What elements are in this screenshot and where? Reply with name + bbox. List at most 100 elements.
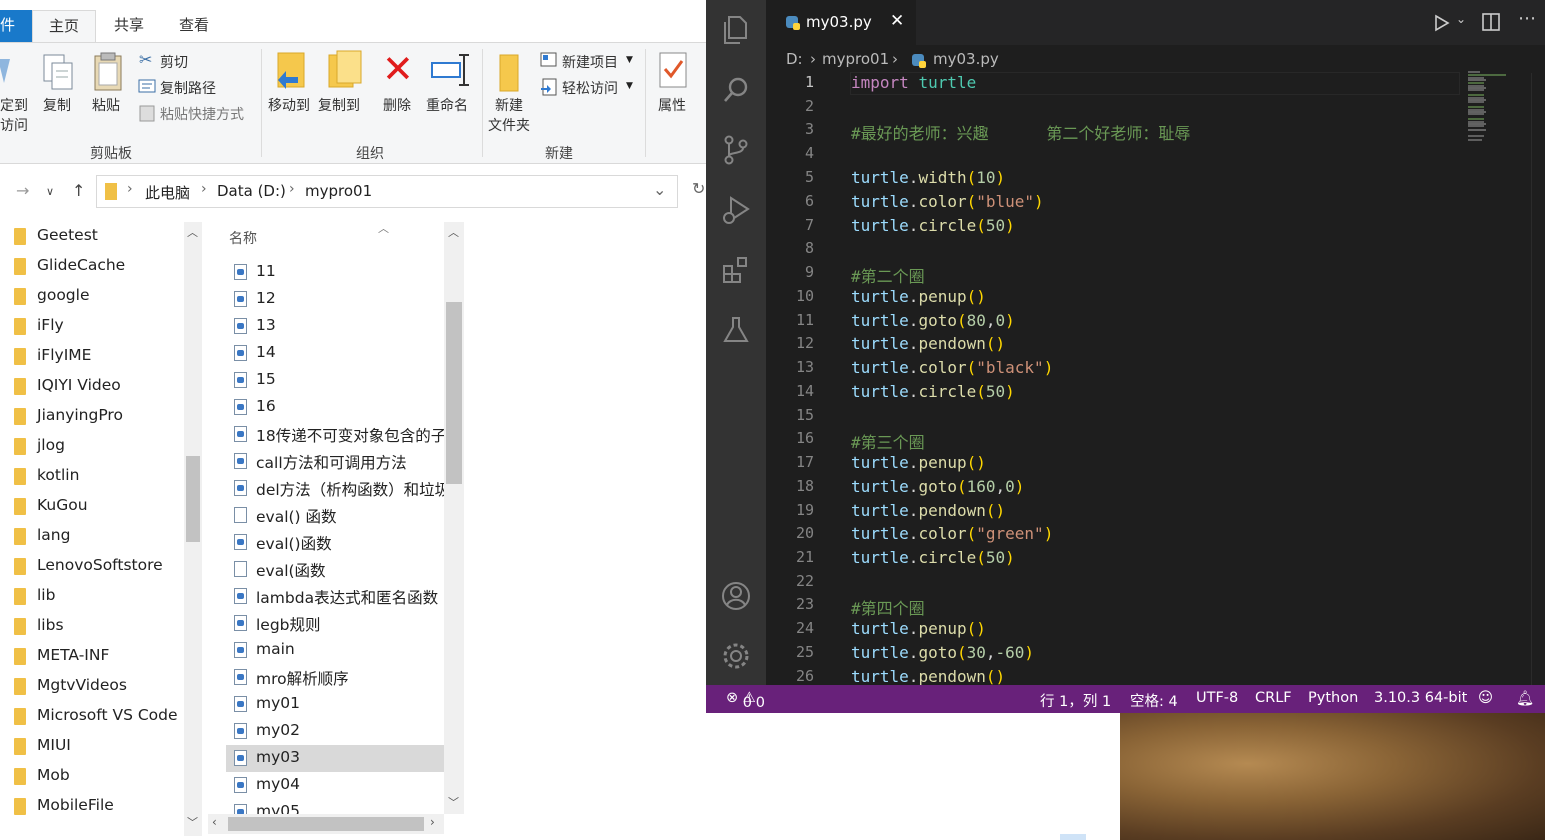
tab-share[interactable]: 共享 xyxy=(100,10,158,42)
cursor-position[interactable]: 行 1，列 1 xyxy=(1040,690,1111,711)
problems-indicator[interactable]: ⊗ 0 ⚠ 0 xyxy=(726,690,765,711)
run-python-icon[interactable] xyxy=(1434,14,1450,32)
breadcrumb-drive[interactable]: D: xyxy=(786,50,803,68)
folder-icon xyxy=(14,288,26,305)
tree-item[interactable]: google xyxy=(0,282,184,312)
scroll-up-icon[interactable]: ︿ xyxy=(187,224,198,240)
address-bar[interactable]: › 此电脑 › Data (D:) › mypro01 ⌄ xyxy=(96,175,678,208)
refresh-icon[interactable]: ↻ xyxy=(692,179,705,198)
python-interpreter[interactable]: 3.10.3 64-bit xyxy=(1374,690,1467,706)
search-icon[interactable] xyxy=(720,74,752,106)
tree-item[interactable]: MIUI xyxy=(0,732,184,762)
list-item[interactable]: 13 xyxy=(226,313,444,340)
list-item[interactable]: my01 xyxy=(226,691,444,718)
run-debug-icon[interactable] xyxy=(720,194,752,226)
list-item[interactable]: call方法和可调用方法 xyxy=(226,448,444,475)
chevron-down-icon[interactable]: ⌄ xyxy=(1456,12,1466,26)
editor-scrollbar[interactable] xyxy=(1531,73,1545,685)
list-item[interactable]: legb规则 xyxy=(226,610,444,637)
tree-item[interactable]: MobileFile xyxy=(0,792,184,822)
line-ending[interactable]: CRLF xyxy=(1255,690,1292,706)
tree-item[interactable]: lang xyxy=(0,522,184,552)
list-item[interactable]: eval() 函数 xyxy=(226,502,444,529)
indentation[interactable]: 空格: 4 xyxy=(1130,690,1178,711)
scroll-down-icon[interactable]: ﹀ xyxy=(187,814,198,830)
tree-item[interactable]: JianyingPro xyxy=(0,402,184,432)
tree-item[interactable]: kotlin xyxy=(0,462,184,492)
tree-item[interactable]: libs xyxy=(0,612,184,642)
list-item[interactable]: del方法（析构函数）和垃圾 xyxy=(226,475,444,502)
tree-item-label: Mob xyxy=(37,766,70,784)
tab-view[interactable]: 查看 xyxy=(164,10,224,42)
list-item[interactable]: my02 xyxy=(226,718,444,745)
list-item[interactable]: main xyxy=(226,637,444,664)
list-item[interactable]: 15 xyxy=(226,367,444,394)
list-item[interactable]: lambda表达式和匿名函数 xyxy=(226,583,444,610)
code-editor[interactable]: import turtle #最好的老师：兴趣 第二个好老师：耻辱 turtle… xyxy=(851,73,1511,685)
list-item[interactable]: eval(函数 xyxy=(226,556,444,583)
list-item[interactable]: 11 xyxy=(226,259,444,286)
file-list-scrollbar[interactable]: ︿ ﹀ xyxy=(444,222,464,814)
account-icon[interactable] xyxy=(720,580,752,612)
tree-item[interactable]: META-INF xyxy=(0,642,184,672)
tree-item[interactable]: IQIYI Video xyxy=(0,372,184,402)
tree-item[interactable]: Mob xyxy=(0,762,184,792)
tree-item[interactable]: Geetest xyxy=(0,222,184,252)
scroll-thumb[interactable] xyxy=(228,817,424,831)
scroll-down-icon[interactable]: ﹀ xyxy=(448,794,459,810)
up-arrow-icon[interactable]: ↑ xyxy=(72,181,85,200)
breadcrumb-file[interactable]: my03.py xyxy=(933,50,999,68)
scroll-up-icon[interactable]: ︿ xyxy=(448,224,459,240)
list-item[interactable]: 16 xyxy=(226,394,444,421)
breadcrumb-drive[interactable]: Data (D:) xyxy=(217,182,286,200)
tree-item[interactable]: iFly xyxy=(0,312,184,342)
scroll-right-icon[interactable]: › xyxy=(430,815,435,829)
split-editor-icon[interactable] xyxy=(1482,13,1500,31)
list-item[interactable]: 12 xyxy=(226,286,444,313)
tree-item[interactable]: GlideCache xyxy=(0,252,184,282)
scroll-thumb[interactable] xyxy=(186,456,200,542)
list-item[interactable]: 18传递不可变对象包含的子对 xyxy=(226,421,444,448)
minimap[interactable] xyxy=(1466,70,1536,150)
breadcrumb-folder[interactable]: mypro01 xyxy=(822,50,889,68)
tree-item[interactable]: Microsoft VS Code xyxy=(0,702,184,732)
encoding[interactable]: UTF-8 xyxy=(1196,690,1238,706)
extensions-icon[interactable] xyxy=(720,254,752,286)
breadcrumb-this-pc[interactable]: 此电脑 xyxy=(145,182,190,203)
tab-my03-py[interactable]: my03.py ✕ xyxy=(766,0,916,45)
close-icon[interactable]: ✕ xyxy=(890,11,904,31)
tree-item[interactable]: iFlyIME xyxy=(0,342,184,372)
tab-home[interactable]: 主页 xyxy=(32,10,96,43)
forward-arrow-icon[interactable]: → xyxy=(16,181,29,200)
scroll-left-icon[interactable]: ‹ xyxy=(212,815,217,829)
tree-item[interactable]: lib xyxy=(0,582,184,612)
source-control-icon[interactable] xyxy=(720,134,752,166)
tree-item-label: GlideCache xyxy=(37,256,126,274)
tree-scrollbar[interactable]: ︿ ﹀ xyxy=(184,222,202,836)
scroll-thumb[interactable] xyxy=(446,302,462,484)
tab-file[interactable]: 件 xyxy=(0,10,32,42)
file-list-hscrollbar[interactable]: ‹ › xyxy=(208,814,444,834)
folder-icon xyxy=(14,588,26,605)
tree-item[interactable]: MgtvVideos xyxy=(0,672,184,702)
column-header-name[interactable]: 名称 xyxy=(229,228,257,248)
tree-item-label: Geetest xyxy=(37,226,98,244)
tree-item[interactable]: jlog xyxy=(0,432,184,462)
list-item[interactable]: my04 xyxy=(226,772,444,799)
breadcrumb-folder[interactable]: mypro01 xyxy=(305,182,372,200)
chevron-down-icon[interactable]: ∨ xyxy=(46,185,54,198)
files-icon[interactable] xyxy=(720,14,752,46)
language-mode[interactable]: Python xyxy=(1308,690,1358,706)
notifications-bell-icon[interactable]: 🔔︎ xyxy=(1516,690,1534,707)
list-item[interactable]: mro解析顺序 xyxy=(226,664,444,691)
list-item[interactable]: eval()函数 xyxy=(226,529,444,556)
tree-item[interactable]: KuGou xyxy=(0,492,184,522)
testing-flask-icon[interactable] xyxy=(720,314,752,346)
feedback-icon[interactable]: ☺ xyxy=(1478,690,1493,706)
list-item[interactable]: 14 xyxy=(226,340,444,367)
address-dropdown-icon[interactable]: ⌄ xyxy=(653,180,666,199)
list-item[interactable]: my03 xyxy=(226,745,444,772)
more-actions-icon[interactable]: ⋯ xyxy=(1518,8,1536,29)
tree-item[interactable]: LenovoSoftstore xyxy=(0,552,184,582)
settings-gear-icon[interactable] xyxy=(720,640,752,672)
